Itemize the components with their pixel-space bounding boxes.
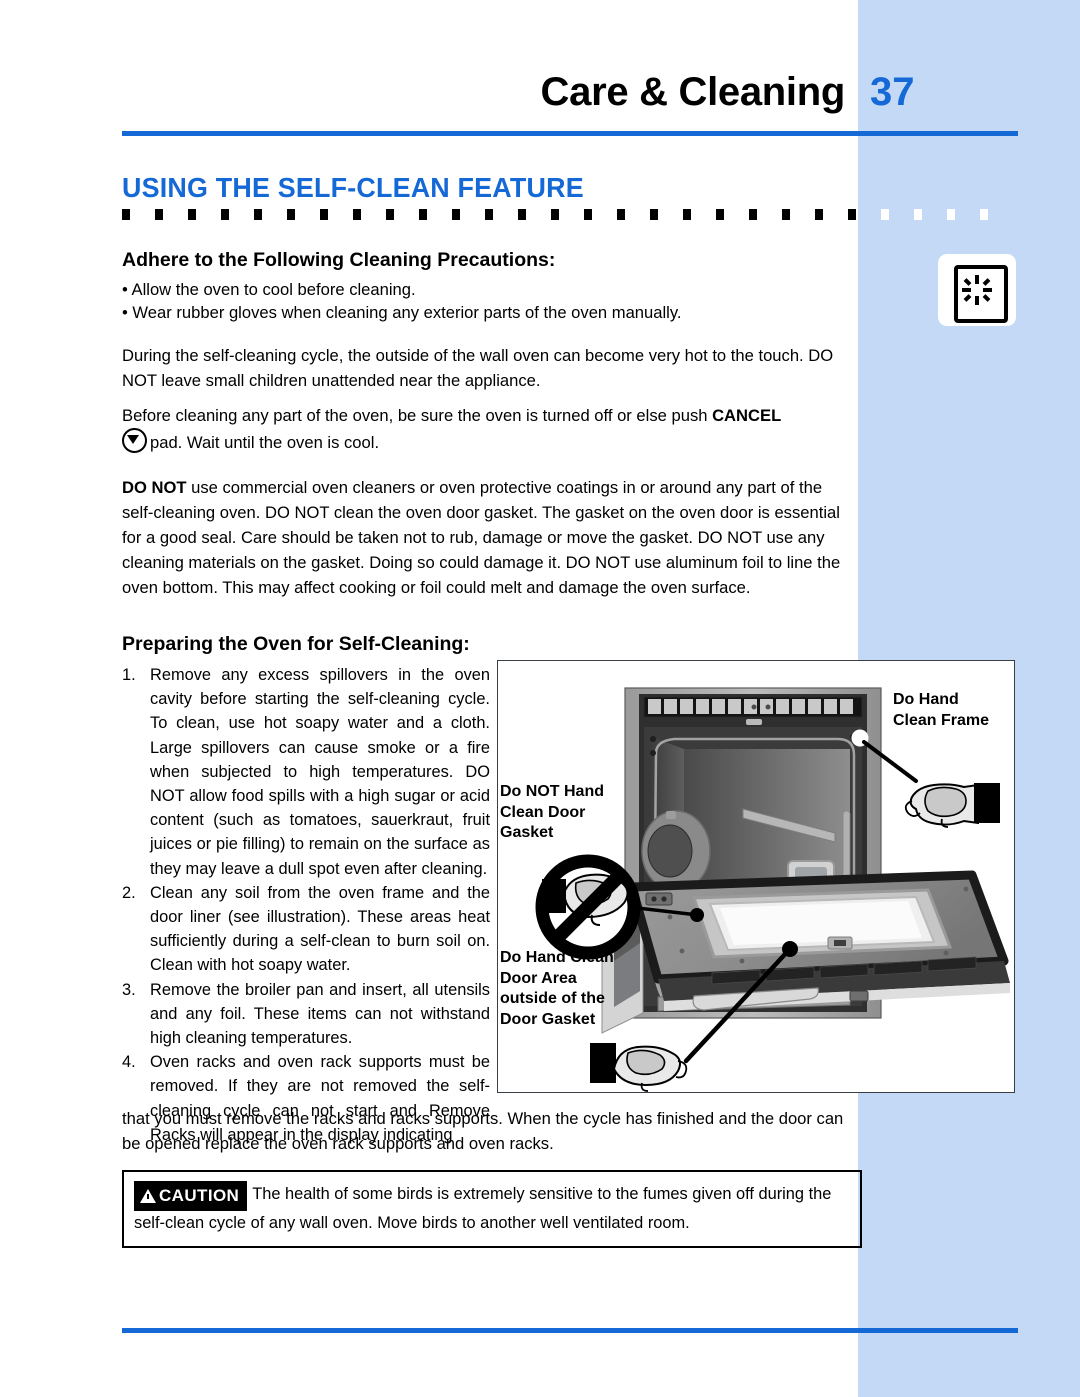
- divider-dot: [485, 209, 493, 220]
- header-rule: [122, 131, 1018, 136]
- dotted-divider: [122, 209, 1018, 220]
- do-not-body: use commercial oven cleaners or oven pro…: [122, 478, 841, 597]
- page-number: 37: [870, 70, 915, 114]
- label-do-hand-clean-door-area: Do Hand Clean Door Area outside of the D…: [500, 949, 614, 1028]
- step-number: 1.: [122, 666, 136, 684]
- divider-dot: [947, 209, 955, 220]
- self-clean-burst-icon: [938, 254, 1016, 326]
- precautions-heading-text: Adhere to the Following Cleaning Precaut…: [122, 249, 556, 271]
- divider-dot: [254, 209, 262, 220]
- label-do-not-hand-clean-gasket: Do NOT Hand Clean Door Gasket: [500, 783, 604, 841]
- no-hand-clean-icon: [535, 854, 641, 960]
- preparing-tail-paragraph: that you must remove the racks and racks…: [122, 1109, 844, 1153]
- cancel-keyword: CANCEL: [712, 406, 782, 425]
- do-not-keyword: DO NOT: [122, 478, 187, 497]
- hand-cloth-icon: [904, 783, 1000, 828]
- step-text: Clean any soil from the oven frame and t…: [150, 883, 490, 975]
- divider-dot: [188, 209, 196, 220]
- caution-badge-label: CAUTION: [159, 1186, 240, 1205]
- step-number: 4.: [122, 1053, 136, 1072]
- divider-dot: [848, 209, 856, 220]
- precautions-heading: Adhere to the Following Cleaning Precaut…: [122, 248, 555, 272]
- divider-dot: [353, 209, 361, 220]
- divider-dot: [980, 209, 988, 220]
- status-badge: CAUTION: [134, 1181, 248, 1211]
- list-item: 1. Remove any excess spillovers in the o…: [122, 663, 490, 881]
- divider-dot: [551, 209, 559, 220]
- preparing-steps-list: 1. Remove any excess spillovers in the o…: [122, 663, 490, 1147]
- step-number: 3.: [122, 980, 136, 999]
- divider-dot: [419, 209, 427, 220]
- before-cleaning-tail: pad. Wait until the oven is cool.: [150, 433, 380, 452]
- hand-cloth-icon: [590, 1043, 688, 1092]
- divider-dot: [815, 209, 823, 220]
- do-not-paragraph: DO NOT use commercial oven cleaners or o…: [122, 475, 844, 600]
- page-title: Care & Cleaning: [540, 70, 846, 114]
- before-cleaning-lead: Before cleaning any part of the oven, be…: [122, 406, 713, 425]
- before-cleaning-paragraph: Before cleaning any part of the oven, be…: [122, 403, 852, 455]
- divider-dot: [782, 209, 790, 220]
- precaution-bullet-2: • Wear rubber gloves when cleaning any e…: [122, 303, 682, 322]
- divider-dot: [650, 209, 658, 220]
- precaution-bullet-1: • Allow the oven to cool before cleaning…: [122, 280, 416, 299]
- divider-dot: [881, 209, 889, 220]
- divider-dot: [320, 209, 328, 220]
- divider-dot: [584, 209, 592, 220]
- cancel-pad-icon: [122, 428, 147, 453]
- divider-dot: [386, 209, 394, 220]
- caution-box: CAUTION The health of some birds is extre…: [122, 1170, 862, 1248]
- divider-dot: [287, 209, 295, 220]
- divider-dot: [617, 209, 625, 220]
- divider-dot: [155, 209, 163, 220]
- footer-rule: [122, 1328, 1018, 1333]
- step-text: Remove the broiler pan and insert, all u…: [150, 980, 490, 1048]
- step-number: 2.: [122, 883, 136, 902]
- divider-dot: [221, 209, 229, 220]
- label-do-hand-clean-frame: Do Hand Clean Frame: [893, 691, 990, 729]
- step-text: Remove any excess spillovers in the oven…: [150, 666, 490, 878]
- divider-dot: [914, 209, 922, 220]
- divider-dot: [452, 209, 460, 220]
- divider-dot: [683, 209, 691, 220]
- divider-dot: [122, 209, 130, 220]
- divider-dot: [716, 209, 724, 220]
- manual-page: Care & Cleaning 37 USING THE SELF-CLEAN …: [0, 0, 1080, 1397]
- warning-triangle-icon: [140, 1189, 156, 1203]
- divider-dot: [518, 209, 526, 220]
- hot-surface-paragraph: During the self-cleaning cycle, the outs…: [122, 346, 834, 390]
- divider-dot: [749, 209, 757, 220]
- preparing-heading: Preparing the Oven for Self-Cleaning:: [122, 633, 470, 655]
- list-item: 2. Clean any soil from the oven frame an…: [122, 881, 490, 978]
- list-item: 3. Remove the broiler pan and insert, al…: [122, 978, 490, 1051]
- section-heading: USING THE SELF-CLEAN FEATURE: [122, 172, 584, 203]
